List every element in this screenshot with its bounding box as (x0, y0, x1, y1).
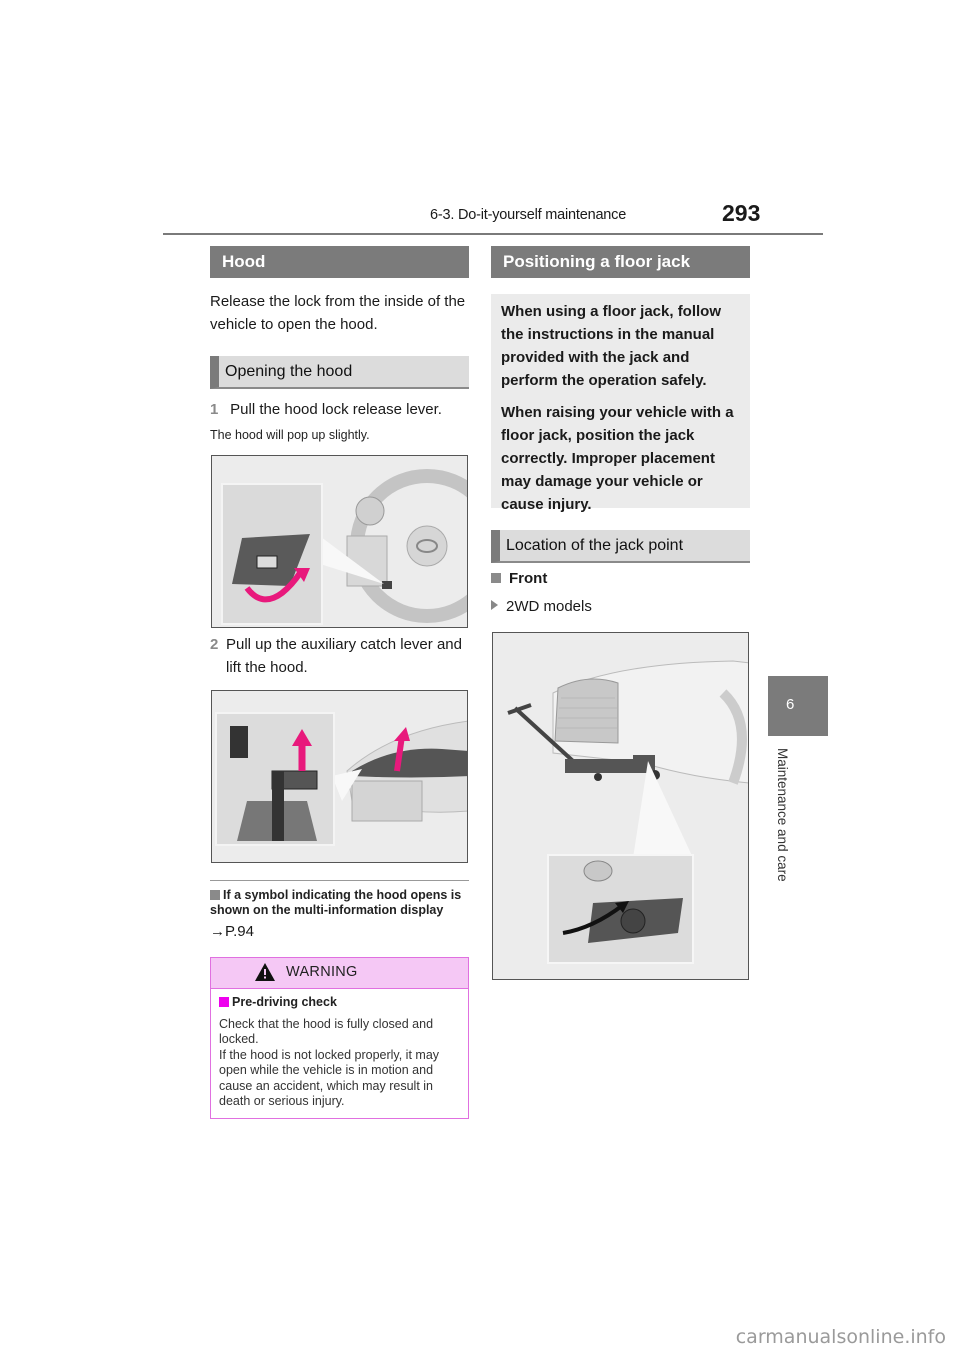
info-paragraph-1: When using a floor jack, follow the inst… (501, 303, 722, 389)
chapter-label: Maintenance and care (775, 748, 795, 888)
chapter-tab[interactable] (768, 676, 828, 736)
warning-subheading: Pre-driving check (219, 995, 460, 1011)
warning-line-2: If the hood is not locked properly, it m… (219, 1047, 440, 1109)
triangle-bullet-icon (491, 600, 498, 610)
sub-bullet-2wd: 2WD models (491, 598, 592, 615)
note-square-icon (210, 890, 220, 900)
subheader-opening-hood: Opening the hood (210, 356, 469, 389)
warning-box: WARNING Pre-driving check Check that the… (210, 957, 469, 1119)
step-1-note: The hood will pop up slightly. (210, 428, 370, 442)
chapter-number: 6 (786, 696, 795, 713)
note-heading: If a symbol indicating the hood opens is… (210, 888, 472, 918)
warning-square-icon (219, 997, 229, 1007)
bullet-square-icon (491, 573, 501, 583)
warning-triangle-icon (255, 963, 275, 981)
sub-bullet-2wd-text: 2WD models (506, 598, 592, 615)
note-heading-text: If a symbol indicating the hood opens is… (210, 888, 462, 917)
header-rule (163, 233, 823, 235)
warning-body: Pre-driving check Check that the hood is… (211, 989, 468, 1116)
bullet-front: Front (491, 570, 547, 587)
bullet-front-text: Front (509, 570, 548, 587)
figure-hood-release-lever (211, 455, 468, 628)
info-paragraph-2: When raising your vehicle with a floor j… (501, 404, 734, 513)
warning-header: WARNING (211, 958, 468, 989)
chapter-label-text: Maintenance and care (775, 748, 790, 882)
figure-auxiliary-catch-lever (211, 690, 468, 863)
hood-intro: Release the lock from the inside of the … (210, 293, 466, 333)
floor-jack-point-illustration-icon (493, 633, 748, 979)
section-header-hood: Hood (210, 246, 469, 278)
step-2: 2 Pull up the auxiliary catch lever and l… (210, 633, 472, 679)
figure-floor-jack-point (492, 632, 749, 980)
subheader-jack-point-location: Location of the jack point (491, 530, 750, 563)
auxiliary-catch-lever-illustration-icon (212, 691, 467, 862)
step-1-text: Pull the hood lock release lever. (230, 401, 442, 418)
warning-title: WARNING (286, 964, 358, 980)
step-1-number: 1 (210, 401, 219, 418)
note-divider (210, 880, 469, 881)
note-page-reference[interactable]: →P.94 (210, 920, 254, 943)
section-header-floor-jack: Positioning a floor jack (491, 246, 750, 278)
hood-release-lever-illustration-icon (212, 456, 467, 627)
step-2-text: Pull up the auxiliary catch lever and li… (226, 636, 462, 676)
step-2-number: 2 (210, 636, 219, 653)
watermark[interactable]: carmanualsonline.info (736, 1326, 946, 1348)
floor-jack-info-box: When using a floor jack, follow the inst… (491, 294, 750, 513)
page-number: 293 (722, 200, 761, 226)
warning-line-1: Check that the hood is fully closed and … (219, 1016, 434, 1047)
running-header-section: 6-3. Do-it-yourself maintenance (430, 207, 627, 223)
warning-subheading-text: Pre-driving check (232, 995, 337, 1009)
step-1: 1 Pull the hood lock release lever. (210, 398, 472, 421)
